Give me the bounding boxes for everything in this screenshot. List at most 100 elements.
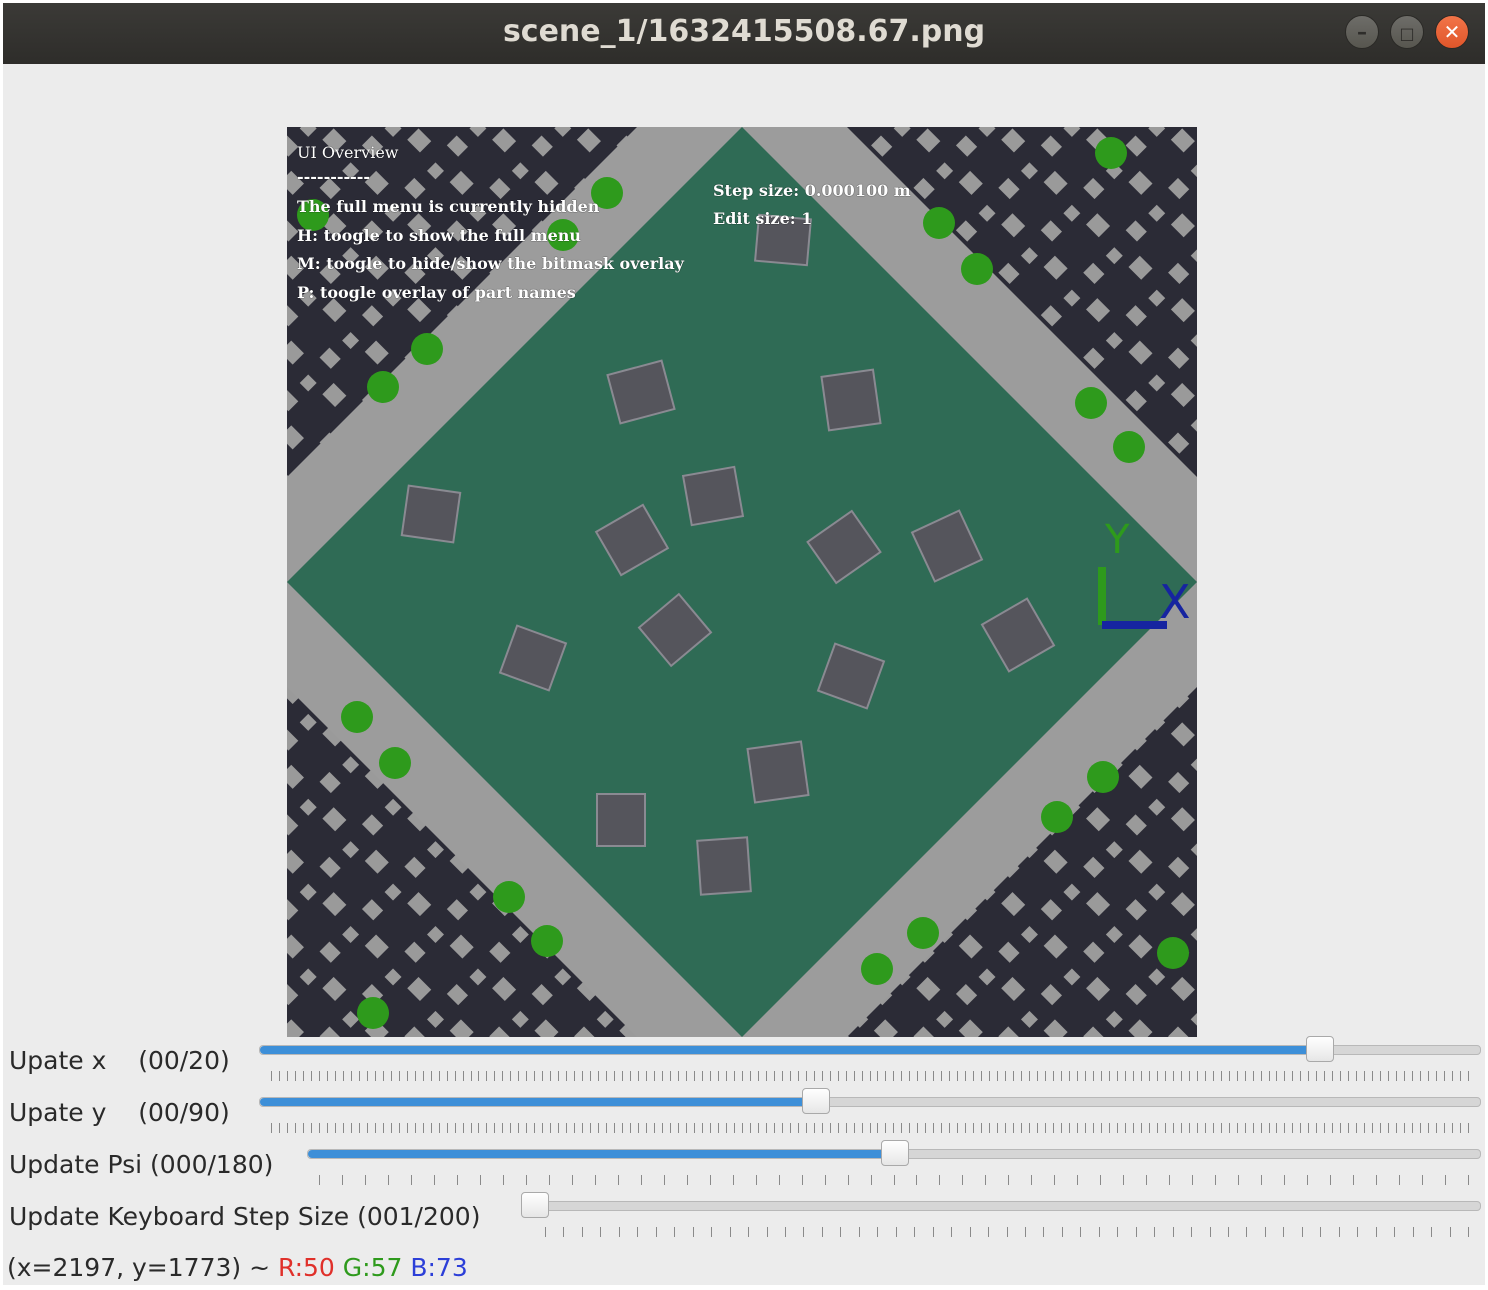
minimize-button[interactable]: – xyxy=(1345,15,1379,49)
maximize-button[interactable]: □ xyxy=(1390,15,1424,49)
slider-tick xyxy=(1265,1227,1266,1237)
slider-tick xyxy=(351,1071,352,1081)
slider-tick xyxy=(973,1123,974,1133)
slider-tick xyxy=(383,1071,384,1081)
slider-tick xyxy=(758,1123,759,1133)
slider-tick xyxy=(806,1123,807,1133)
slider-tick xyxy=(279,1123,280,1133)
slider-tick xyxy=(1101,1123,1102,1133)
slider-tick xyxy=(949,1071,950,1081)
slider-tick xyxy=(656,1227,657,1237)
slider-tick xyxy=(630,1071,631,1081)
slider-tick xyxy=(1005,1123,1006,1133)
slider-tick xyxy=(870,1071,871,1081)
slider-tick xyxy=(343,1123,344,1133)
slider-tick xyxy=(726,1123,727,1133)
slider-tick xyxy=(1181,1071,1182,1081)
slider-tick xyxy=(862,1071,863,1081)
slider-tick xyxy=(1169,1175,1170,1185)
slider-tick xyxy=(439,1071,440,1081)
slider-tick xyxy=(455,1071,456,1081)
slider-tick xyxy=(939,1175,940,1185)
slider-tick xyxy=(917,1123,918,1133)
slider-tick xyxy=(1045,1123,1046,1133)
slider-tick xyxy=(710,1123,711,1133)
slider-tick xyxy=(1077,1175,1078,1185)
slider-psi[interactable] xyxy=(307,1140,1481,1166)
slider-tick xyxy=(622,1123,623,1133)
title-bar[interactable]: scene_1/1632415508.67.png – □ ✕ xyxy=(3,3,1485,64)
slider-x[interactable] xyxy=(259,1036,1481,1062)
slider-tick xyxy=(494,1123,495,1133)
slider-tick xyxy=(1332,1123,1333,1133)
slider-tick xyxy=(1245,1123,1246,1133)
slider-tick xyxy=(1436,1071,1437,1081)
slider-tick xyxy=(1109,1071,1110,1081)
slider-tick xyxy=(1189,1123,1190,1133)
image-view[interactable]: UI Overview ----------- The full menu is… xyxy=(287,127,1197,1037)
slider-tick xyxy=(1154,1227,1155,1237)
slider-y-ticks xyxy=(271,1123,1469,1133)
status-bar: (x=2197, y=1773) ~ R:50 G:57 B:73 xyxy=(7,1253,468,1282)
close-button[interactable]: ✕ xyxy=(1435,15,1469,49)
slider-step-handle[interactable] xyxy=(521,1192,549,1218)
slider-tick xyxy=(1221,1123,1222,1133)
slider-tick xyxy=(734,1071,735,1081)
slider-x-handle[interactable] xyxy=(1305,1036,1334,1062)
slider-tick xyxy=(1123,1175,1124,1185)
slider-tick xyxy=(1372,1123,1373,1133)
minimize-icon: – xyxy=(1357,20,1367,44)
slider-tick xyxy=(1053,1071,1054,1081)
slider-tick xyxy=(1353,1175,1354,1185)
slider-tick xyxy=(997,1071,998,1081)
slider-tick xyxy=(566,1123,567,1133)
slider-tick xyxy=(1316,1071,1317,1081)
slider-tick xyxy=(550,1123,551,1133)
slider-tick xyxy=(574,1123,575,1133)
slider-tick xyxy=(702,1123,703,1133)
slider-tick xyxy=(790,1123,791,1133)
slider-tick xyxy=(798,1123,799,1133)
slider-x-ticks xyxy=(271,1071,1469,1081)
overlay-line-m: M: toogle to hide/show the bitmask overl… xyxy=(297,254,684,273)
slider-tick xyxy=(1420,1071,1421,1081)
slider-psi-handle[interactable] xyxy=(881,1140,909,1166)
slider-y[interactable] xyxy=(259,1088,1481,1114)
overlay-line-rule: ----------- xyxy=(297,167,371,186)
slider-tick xyxy=(678,1123,679,1133)
slider-step[interactable] xyxy=(521,1192,1481,1218)
slider-tick xyxy=(901,1071,902,1081)
slider-tick xyxy=(1307,1175,1308,1185)
slider-tick xyxy=(1191,1227,1192,1237)
slider-tick xyxy=(630,1123,631,1133)
slider-tick xyxy=(1062,1227,1063,1237)
axis-x-label: X xyxy=(1159,575,1191,629)
slider-tick xyxy=(670,1123,671,1133)
slider-tick xyxy=(710,1175,711,1185)
slider-tick xyxy=(1125,1071,1126,1081)
slider-tick xyxy=(1300,1123,1301,1133)
slider-tick xyxy=(1376,1175,1377,1185)
slider-tick xyxy=(806,1071,807,1081)
slider-tick xyxy=(1189,1071,1190,1081)
slider-tick xyxy=(1237,1071,1238,1081)
slider-tick xyxy=(638,1071,639,1081)
slider-tick xyxy=(1069,1071,1070,1081)
slider-tick xyxy=(1261,1071,1262,1081)
slider-tick xyxy=(582,1071,583,1081)
slider-tick xyxy=(730,1227,731,1237)
slider-tick xyxy=(411,1175,412,1185)
slider-tick xyxy=(901,1123,902,1133)
slider-tick xyxy=(1117,1227,1118,1237)
slider-tick xyxy=(1005,1071,1006,1081)
slider-tick xyxy=(981,1123,982,1133)
slider-tick xyxy=(367,1071,368,1081)
slider-tick xyxy=(838,1071,839,1081)
slider-y-handle[interactable] xyxy=(802,1088,831,1114)
slider-tick xyxy=(830,1123,831,1133)
slider-tick xyxy=(687,1175,688,1185)
slider-tick xyxy=(391,1071,392,1081)
slider-tick xyxy=(1276,1071,1277,1081)
slider-tick xyxy=(933,1227,934,1237)
slider-psi-fill xyxy=(308,1150,894,1158)
